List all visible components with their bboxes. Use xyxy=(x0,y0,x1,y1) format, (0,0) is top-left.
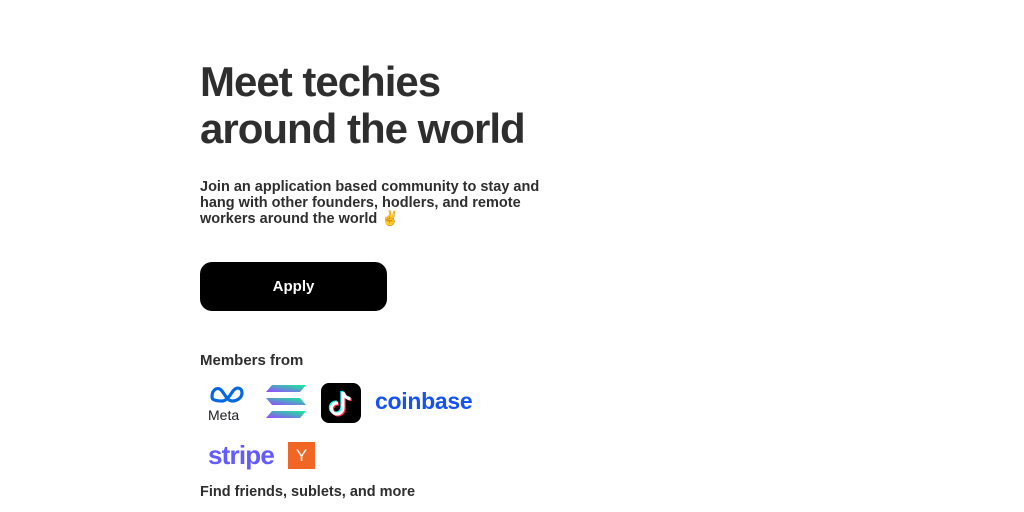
hero-subtitle-line-2: hang with other founders, hodlers, and r… xyxy=(200,195,521,211)
ycombinator-logo: Y xyxy=(288,442,315,469)
coinbase-logo: coinbase xyxy=(375,388,473,414)
meta-logo: Meta xyxy=(206,383,250,423)
solana-logo xyxy=(264,384,308,420)
hero-subtitle-line-1: Join an application based community to s… xyxy=(200,179,540,195)
stripe-logo: stripe xyxy=(208,440,275,470)
tiktok-note-icon xyxy=(328,390,352,417)
hero-title-line-2: around the world xyxy=(200,105,526,152)
hero-title: Meet techies around the world xyxy=(200,58,620,152)
hero-title-line-1: Meet techies xyxy=(200,58,441,105)
meta-logo-text: Meta xyxy=(208,407,240,423)
solana-icon xyxy=(266,385,306,418)
hero-subtitle-line-3: workers around the world ✌️ xyxy=(200,211,400,227)
members-from-label: Members from xyxy=(200,352,304,369)
hero-subtitle: Join an application based community to s… xyxy=(200,179,570,227)
tiktok-logo xyxy=(321,383,361,423)
apply-button[interactable]: Apply xyxy=(200,262,387,311)
meta-infinity-icon xyxy=(210,386,244,403)
find-friends-label: Find friends, sublets, and more xyxy=(200,484,416,500)
